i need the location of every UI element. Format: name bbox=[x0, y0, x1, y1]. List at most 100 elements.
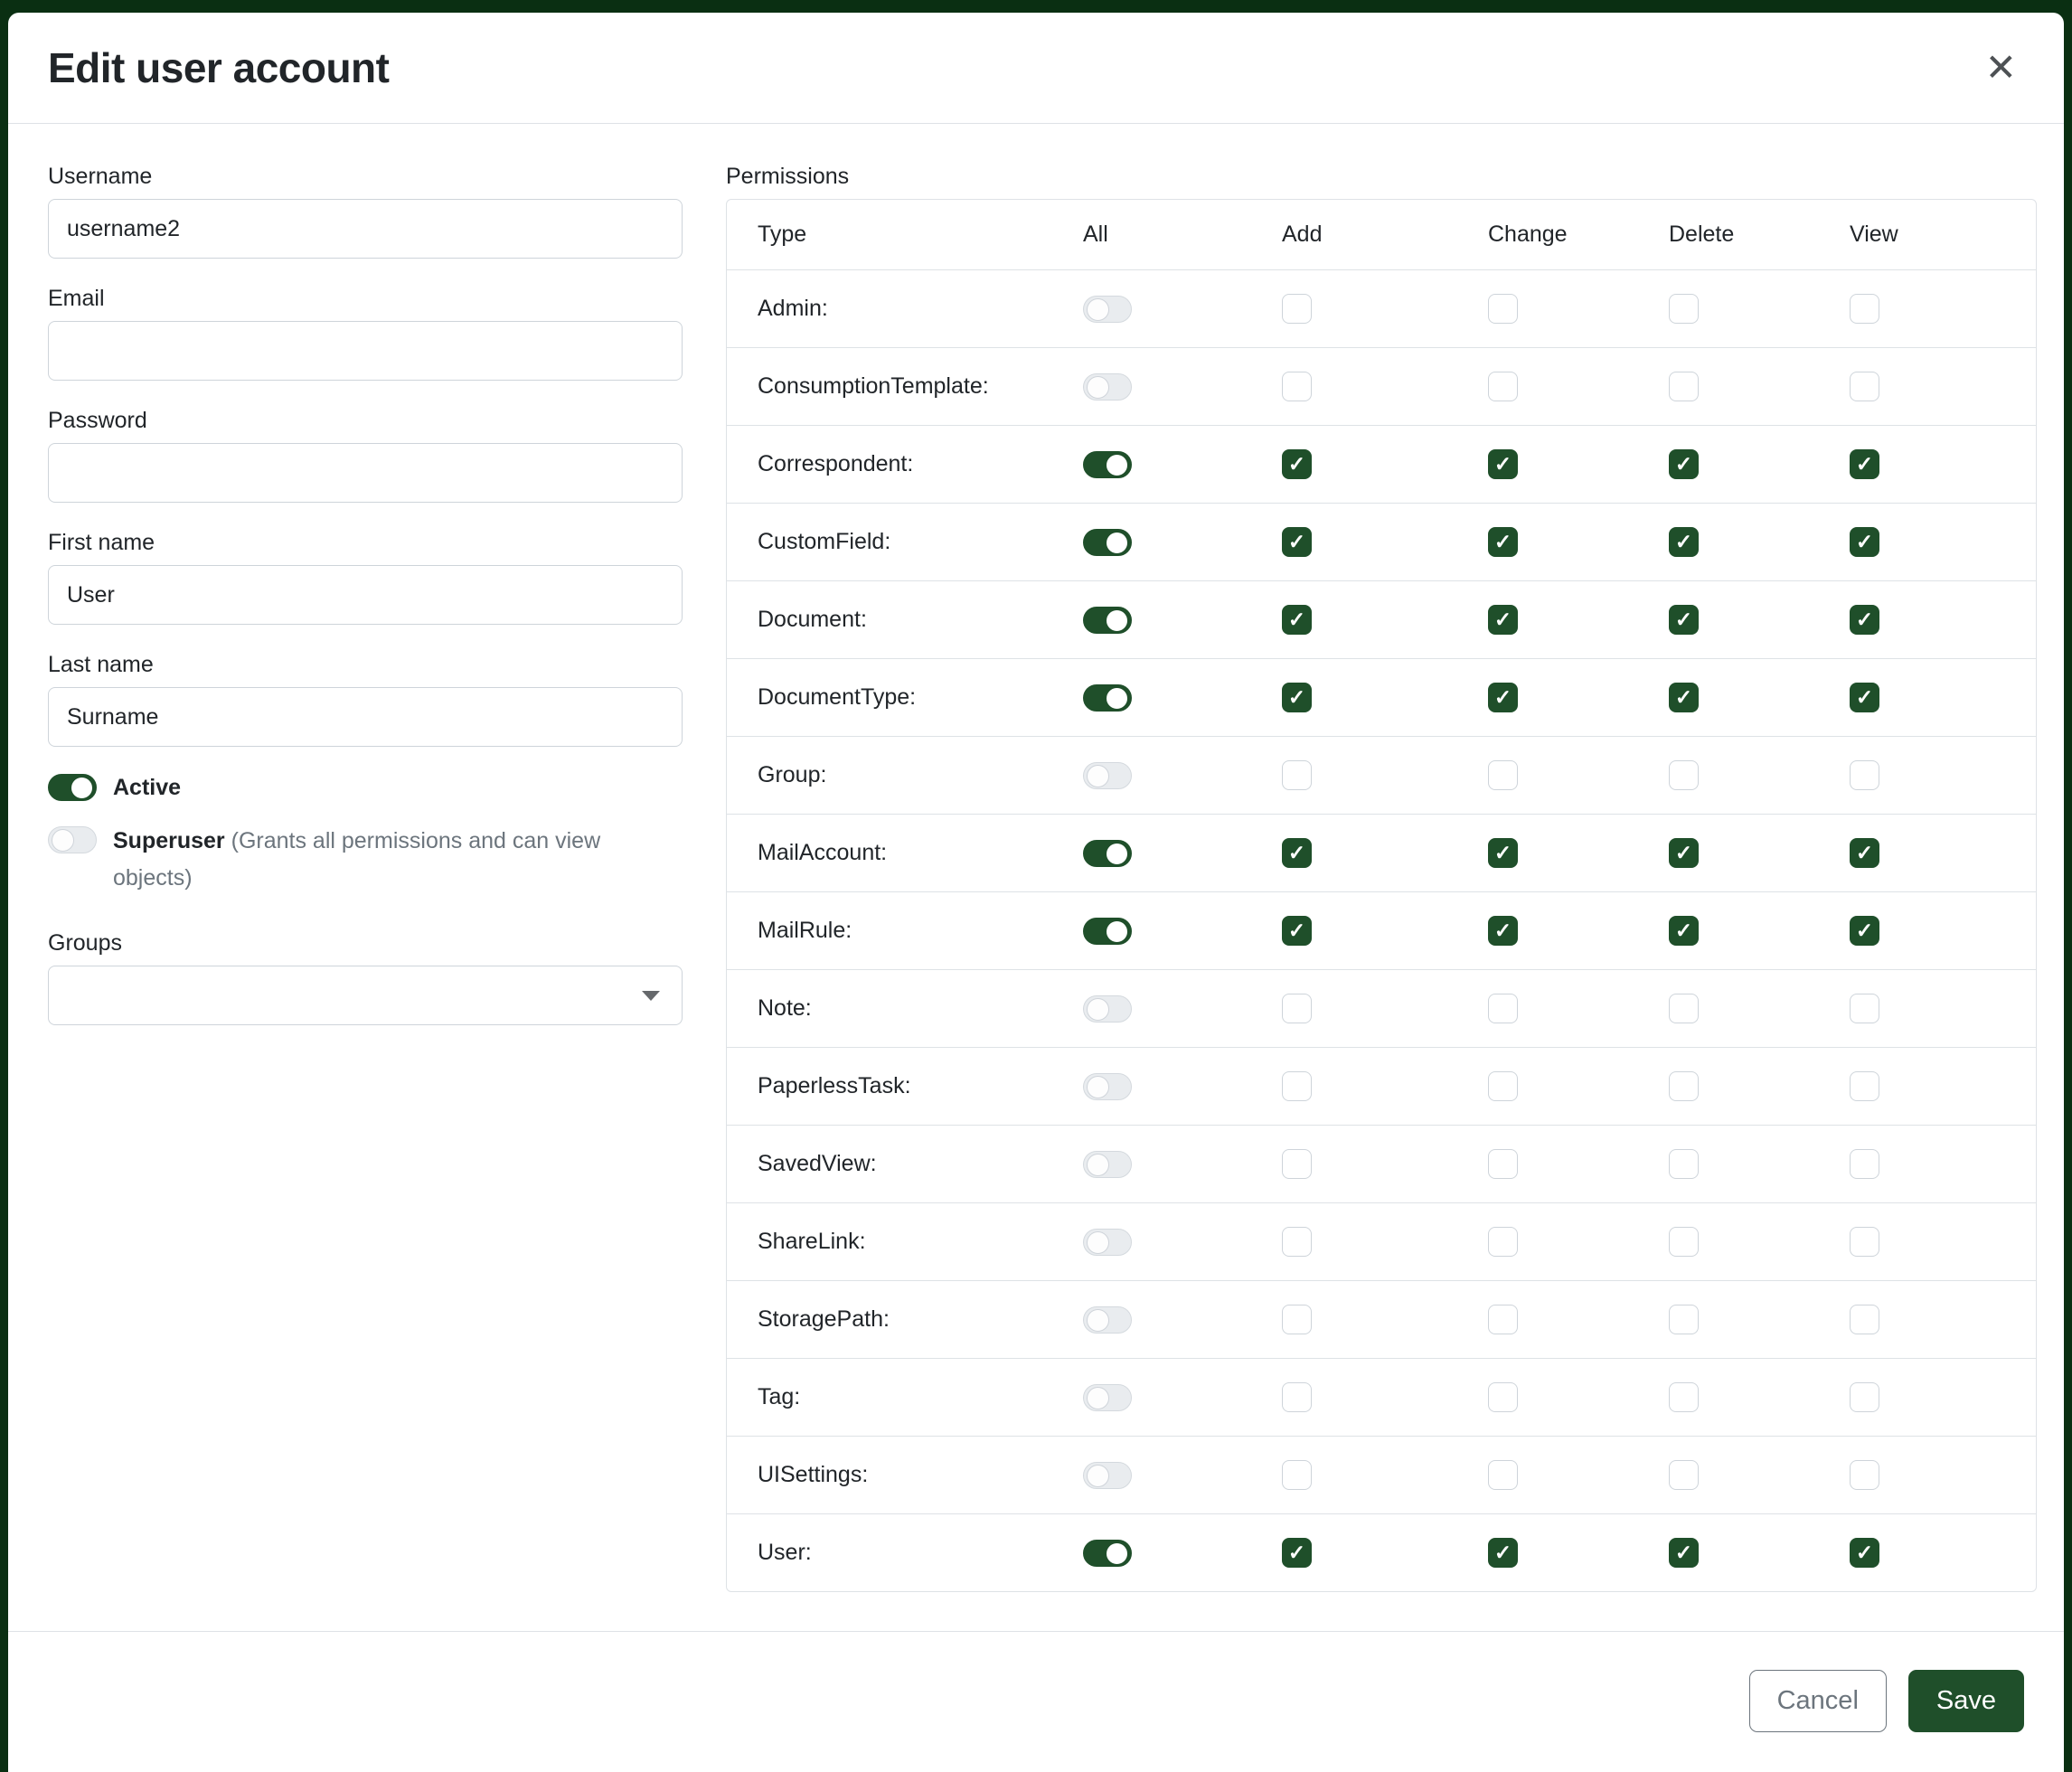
password-input[interactable] bbox=[48, 443, 683, 503]
superuser-toggle[interactable] bbox=[48, 826, 97, 853]
perm-all-toggle[interactable] bbox=[1083, 1306, 1132, 1334]
perm-add-checkbox[interactable] bbox=[1282, 1149, 1312, 1179]
perm-add-checkbox[interactable]: ✓ bbox=[1282, 683, 1312, 712]
perm-delete-checkbox[interactable] bbox=[1669, 1227, 1699, 1257]
perm-view-checkbox[interactable] bbox=[1850, 1071, 1879, 1101]
perm-delete-checkbox[interactable]: ✓ bbox=[1669, 916, 1699, 946]
perm-all-toggle[interactable] bbox=[1083, 918, 1132, 945]
permissions-rows: Admin:ConsumptionTemplate:Correspondent:… bbox=[727, 269, 2036, 1591]
perm-change-checkbox[interactable] bbox=[1488, 1382, 1518, 1412]
perm-all-toggle[interactable] bbox=[1083, 1229, 1132, 1256]
username-label: Username bbox=[48, 164, 683, 190]
perm-all-toggle[interactable] bbox=[1083, 529, 1132, 556]
perm-view-checkbox[interactable] bbox=[1850, 1305, 1879, 1334]
perm-view-checkbox[interactable] bbox=[1850, 994, 1879, 1023]
perm-add-checkbox[interactable]: ✓ bbox=[1282, 449, 1312, 479]
perm-view-checkbox[interactable]: ✓ bbox=[1850, 683, 1879, 712]
perm-change-checkbox[interactable] bbox=[1488, 760, 1518, 790]
perm-change-checkbox[interactable]: ✓ bbox=[1488, 605, 1518, 635]
perm-add-checkbox[interactable] bbox=[1282, 760, 1312, 790]
perm-all-toggle[interactable] bbox=[1083, 1151, 1132, 1178]
perm-delete-checkbox[interactable] bbox=[1669, 1149, 1699, 1179]
perm-all-toggle[interactable] bbox=[1083, 1073, 1132, 1100]
groups-select[interactable] bbox=[48, 966, 683, 1025]
perm-add-checkbox[interactable] bbox=[1282, 1071, 1312, 1101]
perm-all-toggle[interactable] bbox=[1083, 840, 1132, 867]
perm-delete-checkbox[interactable] bbox=[1669, 1305, 1699, 1334]
perm-all-toggle[interactable] bbox=[1083, 1540, 1132, 1567]
perm-delete-checkbox[interactable]: ✓ bbox=[1669, 449, 1699, 479]
perm-change-checkbox[interactable]: ✓ bbox=[1488, 683, 1518, 712]
perm-all-toggle[interactable] bbox=[1083, 684, 1132, 712]
perm-change-checkbox[interactable] bbox=[1488, 994, 1518, 1023]
perm-view-checkbox[interactable] bbox=[1850, 1149, 1879, 1179]
perm-change-checkbox[interactable] bbox=[1488, 1149, 1518, 1179]
perm-change-checkbox[interactable] bbox=[1488, 1227, 1518, 1257]
perm-change-checkbox[interactable]: ✓ bbox=[1488, 916, 1518, 946]
perm-delete-checkbox[interactable] bbox=[1669, 1071, 1699, 1101]
perm-delete-checkbox[interactable]: ✓ bbox=[1669, 527, 1699, 557]
perm-view-checkbox[interactable] bbox=[1850, 1382, 1879, 1412]
perm-change-checkbox[interactable]: ✓ bbox=[1488, 449, 1518, 479]
perm-all-toggle[interactable] bbox=[1083, 451, 1132, 478]
perm-view-checkbox[interactable]: ✓ bbox=[1850, 527, 1879, 557]
perm-delete-checkbox[interactable] bbox=[1669, 760, 1699, 790]
perm-add-checkbox[interactable] bbox=[1282, 1382, 1312, 1412]
perm-delete-checkbox[interactable]: ✓ bbox=[1669, 605, 1699, 635]
perm-change-checkbox[interactable] bbox=[1488, 1305, 1518, 1334]
perm-delete-checkbox[interactable] bbox=[1669, 994, 1699, 1023]
perm-change-checkbox[interactable] bbox=[1488, 1460, 1518, 1490]
perm-add-checkbox[interactable] bbox=[1282, 1305, 1312, 1334]
perm-all-toggle[interactable] bbox=[1083, 1462, 1132, 1489]
perm-view-checkbox[interactable] bbox=[1850, 760, 1879, 790]
email-input[interactable] bbox=[48, 321, 683, 381]
cancel-button[interactable]: Cancel bbox=[1749, 1670, 1887, 1732]
perm-delete-checkbox[interactable] bbox=[1669, 1460, 1699, 1490]
perm-all-toggle[interactable] bbox=[1083, 296, 1132, 323]
first-name-input[interactable] bbox=[48, 565, 683, 625]
save-button[interactable]: Save bbox=[1908, 1670, 2024, 1732]
perm-delete-checkbox[interactable]: ✓ bbox=[1669, 1538, 1699, 1568]
perm-add-checkbox[interactable] bbox=[1282, 994, 1312, 1023]
perm-view-checkbox[interactable] bbox=[1850, 372, 1879, 401]
perm-add-checkbox[interactable]: ✓ bbox=[1282, 916, 1312, 946]
perm-change-checkbox[interactable]: ✓ bbox=[1488, 527, 1518, 557]
perm-delete-checkbox[interactable] bbox=[1669, 372, 1699, 401]
perm-view-checkbox[interactable]: ✓ bbox=[1850, 449, 1879, 479]
perm-view-checkbox[interactable]: ✓ bbox=[1850, 1538, 1879, 1568]
perm-delete-checkbox[interactable]: ✓ bbox=[1669, 683, 1699, 712]
column-header-delete: Delete bbox=[1638, 200, 1819, 269]
perm-add-checkbox[interactable]: ✓ bbox=[1282, 1538, 1312, 1568]
perm-view-checkbox[interactable]: ✓ bbox=[1850, 838, 1879, 868]
perm-delete-checkbox[interactable]: ✓ bbox=[1669, 838, 1699, 868]
perm-delete-checkbox[interactable] bbox=[1669, 1382, 1699, 1412]
perm-view-checkbox[interactable] bbox=[1850, 294, 1879, 324]
perm-add-checkbox[interactable] bbox=[1282, 1227, 1312, 1257]
perm-delete-checkbox[interactable] bbox=[1669, 294, 1699, 324]
username-input[interactable] bbox=[48, 199, 683, 259]
last-name-input[interactable] bbox=[48, 687, 683, 747]
active-toggle[interactable] bbox=[48, 774, 97, 801]
perm-view-checkbox[interactable] bbox=[1850, 1460, 1879, 1490]
perm-view-checkbox[interactable]: ✓ bbox=[1850, 605, 1879, 635]
perm-add-checkbox[interactable] bbox=[1282, 372, 1312, 401]
perm-add-checkbox[interactable] bbox=[1282, 294, 1312, 324]
perm-add-checkbox[interactable]: ✓ bbox=[1282, 838, 1312, 868]
perm-change-checkbox[interactable] bbox=[1488, 372, 1518, 401]
perm-add-checkbox[interactable]: ✓ bbox=[1282, 605, 1312, 635]
perm-all-toggle[interactable] bbox=[1083, 995, 1132, 1023]
perm-change-checkbox[interactable]: ✓ bbox=[1488, 1538, 1518, 1568]
perm-change-checkbox[interactable] bbox=[1488, 1071, 1518, 1101]
dialog-footer: Cancel Save bbox=[8, 1631, 2064, 1772]
perm-view-checkbox[interactable] bbox=[1850, 1227, 1879, 1257]
perm-view-checkbox[interactable]: ✓ bbox=[1850, 916, 1879, 946]
perm-change-checkbox[interactable] bbox=[1488, 294, 1518, 324]
perm-all-toggle[interactable] bbox=[1083, 1384, 1132, 1411]
perm-all-toggle[interactable] bbox=[1083, 762, 1132, 789]
perm-all-toggle[interactable] bbox=[1083, 373, 1132, 401]
perm-all-toggle[interactable] bbox=[1083, 607, 1132, 634]
perm-add-checkbox[interactable]: ✓ bbox=[1282, 527, 1312, 557]
perm-add-checkbox[interactable] bbox=[1282, 1460, 1312, 1490]
perm-change-checkbox[interactable]: ✓ bbox=[1488, 838, 1518, 868]
close-icon[interactable]: ✕ bbox=[1978, 45, 2024, 90]
